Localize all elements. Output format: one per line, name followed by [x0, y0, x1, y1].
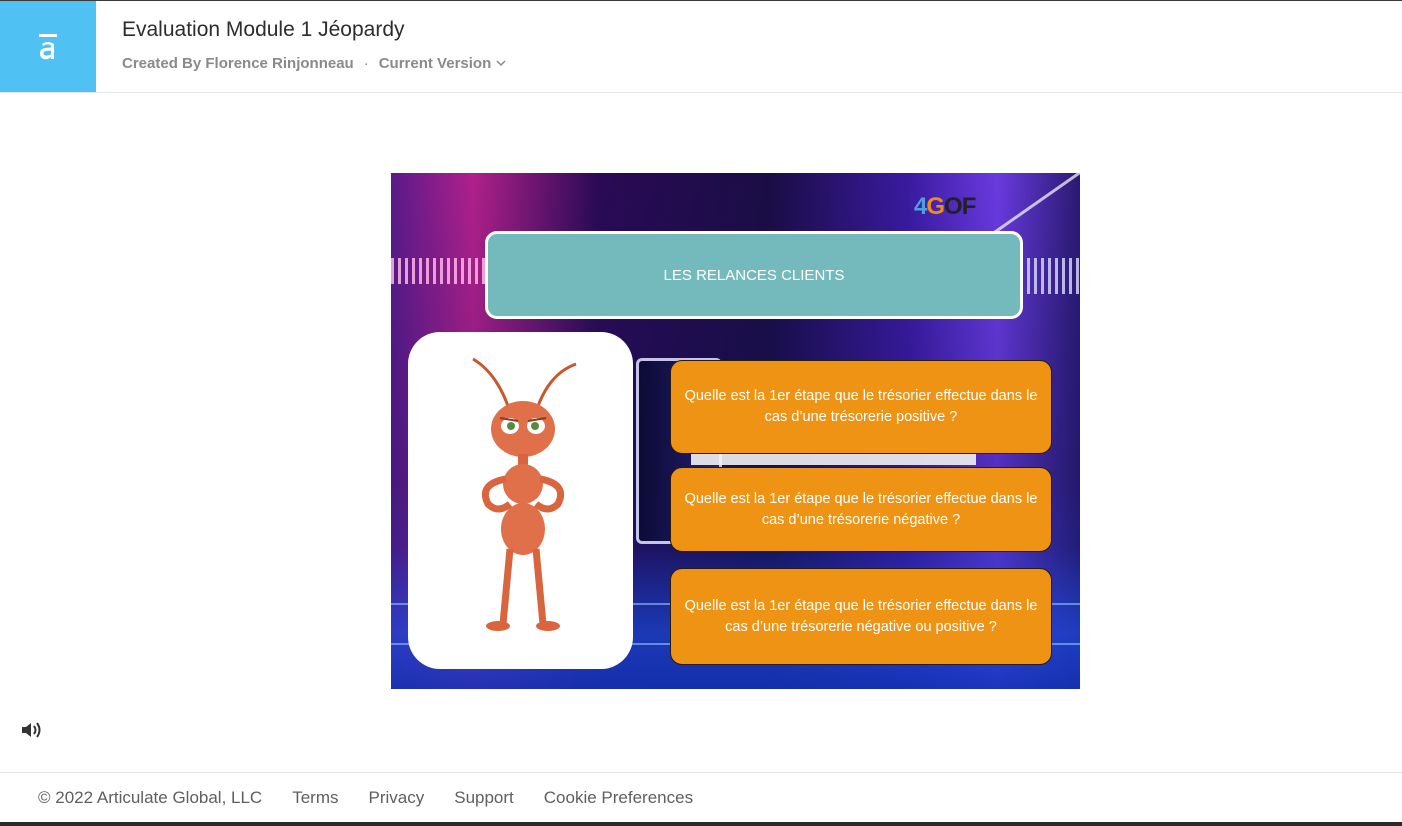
footer-link-privacy[interactable]: Privacy [369, 788, 425, 808]
brand-part: 4 [914, 193, 927, 220]
footer-link-support[interactable]: Support [454, 788, 514, 808]
character-card [408, 332, 633, 669]
brand-logo: 4GOF [914, 193, 976, 221]
topic-banner: LES RELANCES CLIENTS [485, 231, 1023, 319]
version-label: Current Version [378, 55, 492, 72]
bottom-bar [0, 822, 1402, 826]
answer-button-3[interactable]: Quelle est la 1er étape que le trésorier… [670, 568, 1052, 665]
ant-character-icon [472, 357, 577, 631]
decor-lights-right [1020, 258, 1080, 294]
brand-part: G [926, 193, 945, 220]
version-dropdown[interactable]: Current Version [379, 55, 507, 72]
course-slide: 4GOF LES RELANCES CLIENTS Quelle est la … [391, 173, 1080, 689]
articulate-logo[interactable] [0, 1, 96, 92]
course-meta: Created By Florence Rinjonneau · Current… [122, 55, 506, 72]
chevron-down-icon [496, 60, 506, 67]
top-header: Evaluation Module 1 Jéopardy Created By … [0, 1, 1402, 93]
created-by-label: Created By Florence Rinjonneau [122, 55, 354, 72]
footer-link-terms[interactable]: Terms [292, 788, 338, 808]
answer-button-1[interactable]: Quelle est la 1er étape que le trésorier… [670, 360, 1052, 454]
copyright-text: © 2022 Articulate Global, LLC [38, 788, 263, 807]
footer-link-cookie-preferences[interactable]: Cookie Preferences [544, 788, 693, 808]
speaker-icon[interactable] [20, 720, 44, 740]
meta-separator: · [363, 55, 369, 72]
answer-button-2[interactable]: Quelle est la 1er étape que le trésorier… [670, 467, 1052, 552]
page-footer: © 2022 Articulate Global, LLC Terms Priv… [0, 772, 1402, 823]
decor-lights-left [391, 258, 491, 284]
brand-part: OF [944, 193, 976, 220]
articulate-a-icon [39, 33, 57, 59]
course-title: Evaluation Module 1 Jéopardy [122, 18, 405, 41]
